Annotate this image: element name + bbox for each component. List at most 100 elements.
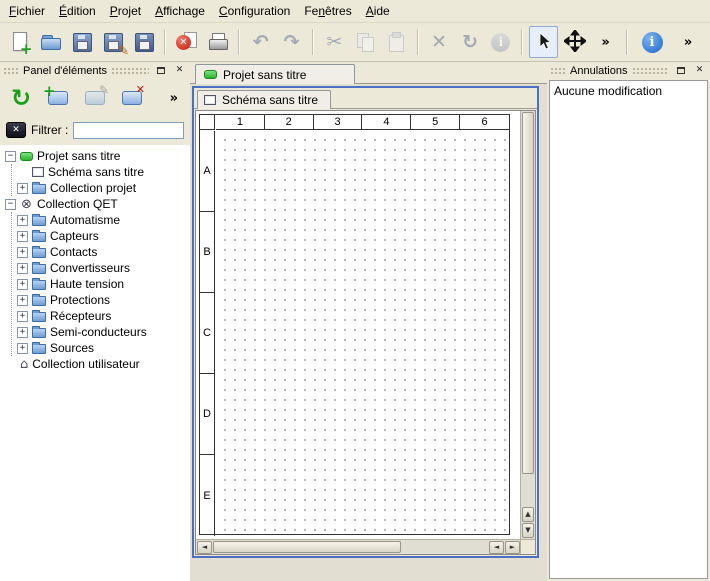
close-file-button[interactable]: ✕ [172,26,201,58]
column-header: 6 [460,115,509,129]
print-button[interactable] [203,26,232,58]
paste-button[interactable] [382,26,411,58]
save-button[interactable] [68,26,97,58]
tree-item-label: Capteurs [50,229,99,243]
toolbar-overflow-right-button[interactable]: » [672,26,704,58]
tree-item-label: Récepteurs [50,309,111,323]
panel-toolbar-overflow-button[interactable]: » [164,91,184,106]
scroll-down-button[interactable]: ▼ [522,523,534,538]
tree-item-haute-tension[interactable]: + Haute tension [12,276,190,292]
tree-item-sources[interactable]: + Sources [12,340,190,356]
scroll-right-button[interactable]: ► [505,541,520,554]
scroll-up-button[interactable]: ▲ [522,507,534,522]
info-button[interactable]: i [486,26,515,58]
schematic-canvas[interactable] [216,131,509,534]
new-file-button[interactable]: + [6,26,35,58]
tab-projet-sans-titre[interactable]: Projet sans titre [195,64,355,84]
expand-icon[interactable]: + [17,183,28,194]
tree-item-schema[interactable]: Schéma sans titre [12,164,190,180]
rotate-button[interactable]: ↻ [456,26,485,58]
dock-grip[interactable] [111,67,149,75]
save-all-button[interactable] [130,26,159,58]
v-scroll-track[interactable] [521,475,535,507]
schema-tabbar: Schéma sans titre [194,88,537,109]
tree-item-recepteurs[interactable]: + Récepteurs [12,308,190,324]
tree-item-protections[interactable]: + Protections [12,292,190,308]
tree-item-convertisseurs[interactable]: + Convertisseurs [12,260,190,276]
menu-aide[interactable]: Aide [359,1,397,21]
edit-element-button[interactable]: ✎ [80,83,110,113]
delete-element-button[interactable]: ✕ [117,83,147,113]
collapse-icon[interactable]: − [5,151,16,162]
redo-button[interactable]: ↷ [277,26,306,58]
delete-button[interactable]: ✕ [425,26,454,58]
qet-collection-icon: ⊗ [20,198,33,211]
folder-icon [32,296,46,306]
expand-icon[interactable]: + [17,215,28,226]
dock-grip[interactable] [550,67,566,75]
toolbar-overflow-button[interactable]: » [591,26,620,58]
undo-icon: ↶ [253,33,269,52]
project-subwindow: Schéma sans titre 1 2 3 4 5 6 A [192,86,539,558]
folder-icon [32,328,46,338]
plan-corner [200,115,215,130]
expand-icon[interactable]: + [17,247,28,258]
open-file-button[interactable] [37,26,66,58]
expand-icon[interactable]: + [17,311,28,322]
expand-icon[interactable]: + [17,343,28,354]
select-tool-button[interactable] [529,26,558,58]
undo-panel-float-button[interactable] [673,64,688,77]
undo-history-list[interactable]: Aucune modification [549,80,708,579]
expand-icon[interactable]: + [17,327,28,338]
menu-projet[interactable]: Projet [103,1,148,21]
new-element-button[interactable]: + [43,83,73,113]
tree-item-automatisme[interactable]: + Automatisme [12,212,190,228]
tree-item-project[interactable]: − Projet sans titre [3,148,190,164]
horizontal-scrollbar[interactable]: ◄ ◄ ► [196,539,520,554]
elements-panel-float-button[interactable] [153,64,168,77]
cut-button[interactable]: ✂ [320,26,349,58]
collapse-icon[interactable]: − [5,199,16,210]
tree-item-collection-utilisateur[interactable]: ⌂ Collection utilisateur [3,356,190,372]
tree-item-semi-conducteurs[interactable]: + Semi-conducteurs [12,324,190,340]
expand-icon[interactable]: + [17,231,28,242]
tree-item-contacts[interactable]: + Contacts [12,244,190,260]
move-tool-button[interactable] [560,26,589,58]
printer-icon [206,30,230,54]
folder-icon [32,344,46,354]
tree-item-collection-qet[interactable]: − ⊗ Collection QET [3,196,190,212]
tree-item-capteurs[interactable]: + Capteurs [12,228,190,244]
elements-panel-close-button[interactable]: ✕ [172,64,187,77]
tree-item-collection-projet[interactable]: + Collection projet [12,180,190,196]
menu-edition[interactable]: Édition [52,1,103,21]
menu-fichier[interactable]: Fichier [2,1,52,21]
row-header: A [200,131,214,212]
menu-bar: Fichier Édition Projet Affichage Configu… [0,0,710,23]
menu-affichage[interactable]: Affichage [148,1,212,21]
undo-button[interactable]: ↶ [246,26,275,58]
expand-icon[interactable]: + [17,279,28,290]
save-as-button[interactable]: ✎ [99,26,128,58]
schematic-plan[interactable]: 1 2 3 4 5 6 A B C D E [199,114,510,535]
dock-grip[interactable] [632,67,670,75]
about-button[interactable]: i [636,26,668,58]
menu-configuration[interactable]: Configuration [212,1,297,21]
tab-schema-sans-titre[interactable]: Schéma sans titre [197,90,331,109]
undo-panel-close-button[interactable]: ✕ [692,64,707,77]
scroll-left-button-2[interactable]: ◄ [489,541,504,554]
copy-button[interactable] [351,26,380,58]
dock-grip[interactable] [3,67,19,75]
h-scroll-thumb[interactable] [213,541,401,553]
expand-icon[interactable]: + [17,263,28,274]
menu-fenetres[interactable]: Fenêtres [297,1,358,21]
reload-collections-button[interactable]: ↻ [6,83,36,113]
v-scroll-thumb[interactable] [522,112,534,474]
row-header: E [200,455,214,536]
vertical-scrollbar[interactable]: ▲ ▼ [520,111,535,539]
filter-input[interactable] [73,122,184,139]
scrollbar-corner [520,539,535,554]
info-icon: i [491,33,510,52]
expand-icon[interactable]: + [17,295,28,306]
clear-filter-button[interactable]: ✕ [6,122,26,138]
scroll-left-button[interactable]: ◄ [197,541,212,554]
